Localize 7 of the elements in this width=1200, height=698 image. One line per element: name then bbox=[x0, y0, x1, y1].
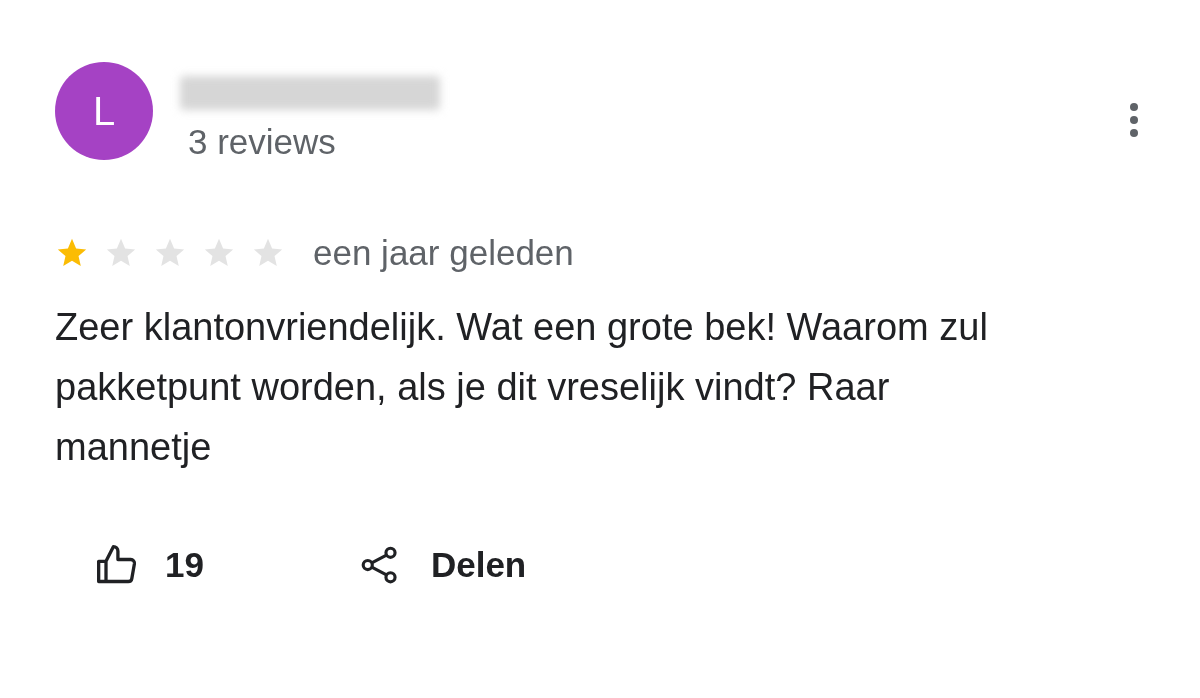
more-options-icon[interactable] bbox=[1128, 102, 1140, 138]
like-button[interactable]: 19 bbox=[93, 539, 204, 592]
review-time: een jaar geleden bbox=[313, 231, 574, 274]
avatar-letter: L bbox=[92, 88, 116, 135]
review-text: Zeer klantonvriendelijk. Wat een grote bek! Waarom zul pakketpunt worden, als je dit vreselijk vindt? Raar mannetje bbox=[55, 305, 989, 470]
review-count: 3 reviews bbox=[188, 121, 337, 163]
share-button[interactable]: Delen bbox=[358, 539, 527, 592]
